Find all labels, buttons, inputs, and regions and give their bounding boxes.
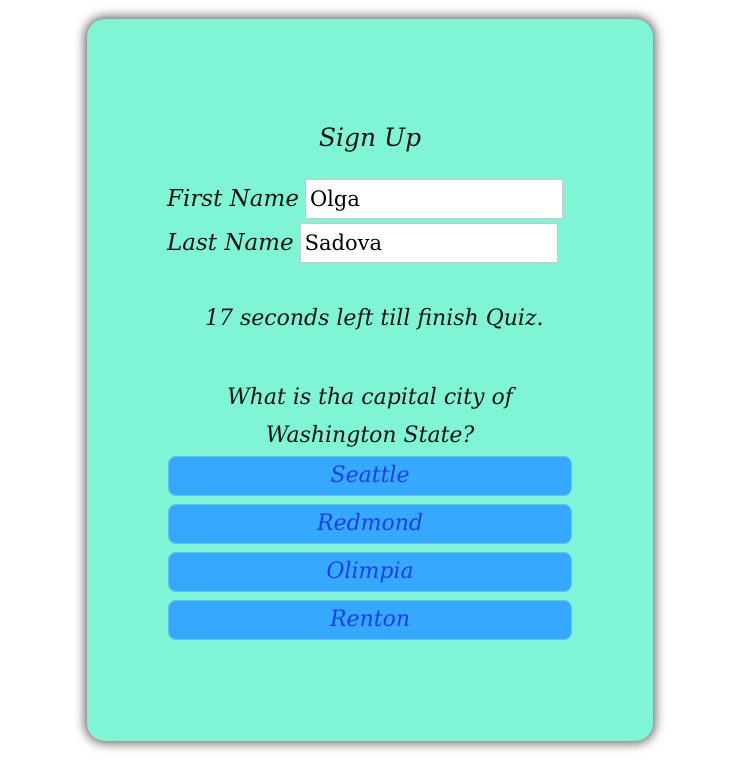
answer-button-seattle[interactable]: Seattle — [168, 456, 572, 496]
answer-list: Seattle Redmond Olimpia Renton — [168, 456, 572, 648]
quiz-timer: 17 seconds left till finish Quiz. — [205, 306, 544, 331]
answer-button-redmond[interactable]: Redmond — [168, 504, 572, 544]
answer-button-olimpia[interactable]: Olimpia — [168, 552, 572, 592]
last-name-row: Last Name — [167, 223, 558, 263]
answer-button-renton[interactable]: Renton — [168, 600, 572, 640]
last-name-input[interactable] — [299, 223, 558, 263]
first-name-label: First Name — [167, 186, 299, 212]
last-name-label: Last Name — [167, 230, 294, 256]
page-title: Sign Up — [318, 123, 422, 152]
first-name-row: First Name — [167, 179, 563, 219]
quiz-question: What is tha capital city of Washington S… — [227, 385, 513, 448]
signup-quiz-card: Sign Up First Name Last Name 17 seconds … — [87, 19, 653, 741]
first-name-input[interactable] — [304, 179, 563, 219]
